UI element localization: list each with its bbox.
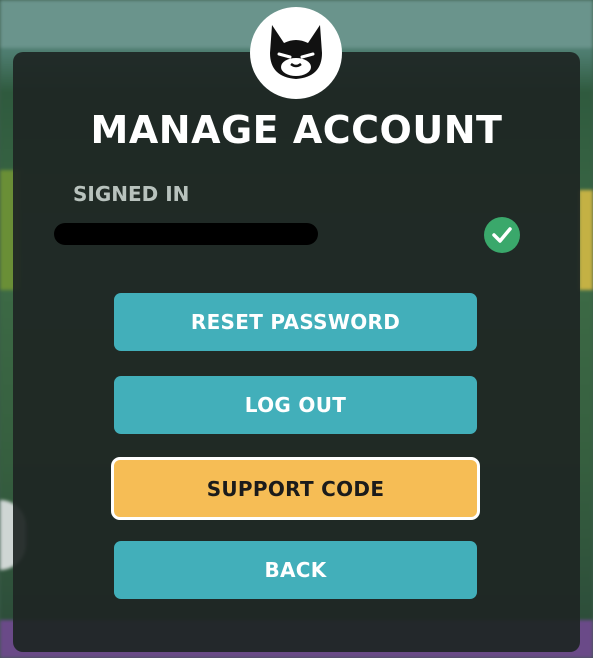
reset-password-button[interactable]: RESET PASSWORD — [114, 293, 477, 351]
cat-logo-icon — [250, 7, 342, 99]
log-out-button[interactable]: LOG OUT — [114, 376, 477, 434]
signed-in-label: SIGNED IN — [73, 182, 190, 206]
dialog-title: MANAGE ACCOUNT — [90, 108, 503, 152]
support-code-button[interactable]: SUPPORT CODE — [111, 457, 480, 520]
check-icon — [484, 217, 520, 253]
redacted-account-email — [54, 223, 318, 245]
back-button[interactable]: BACK — [114, 541, 477, 599]
